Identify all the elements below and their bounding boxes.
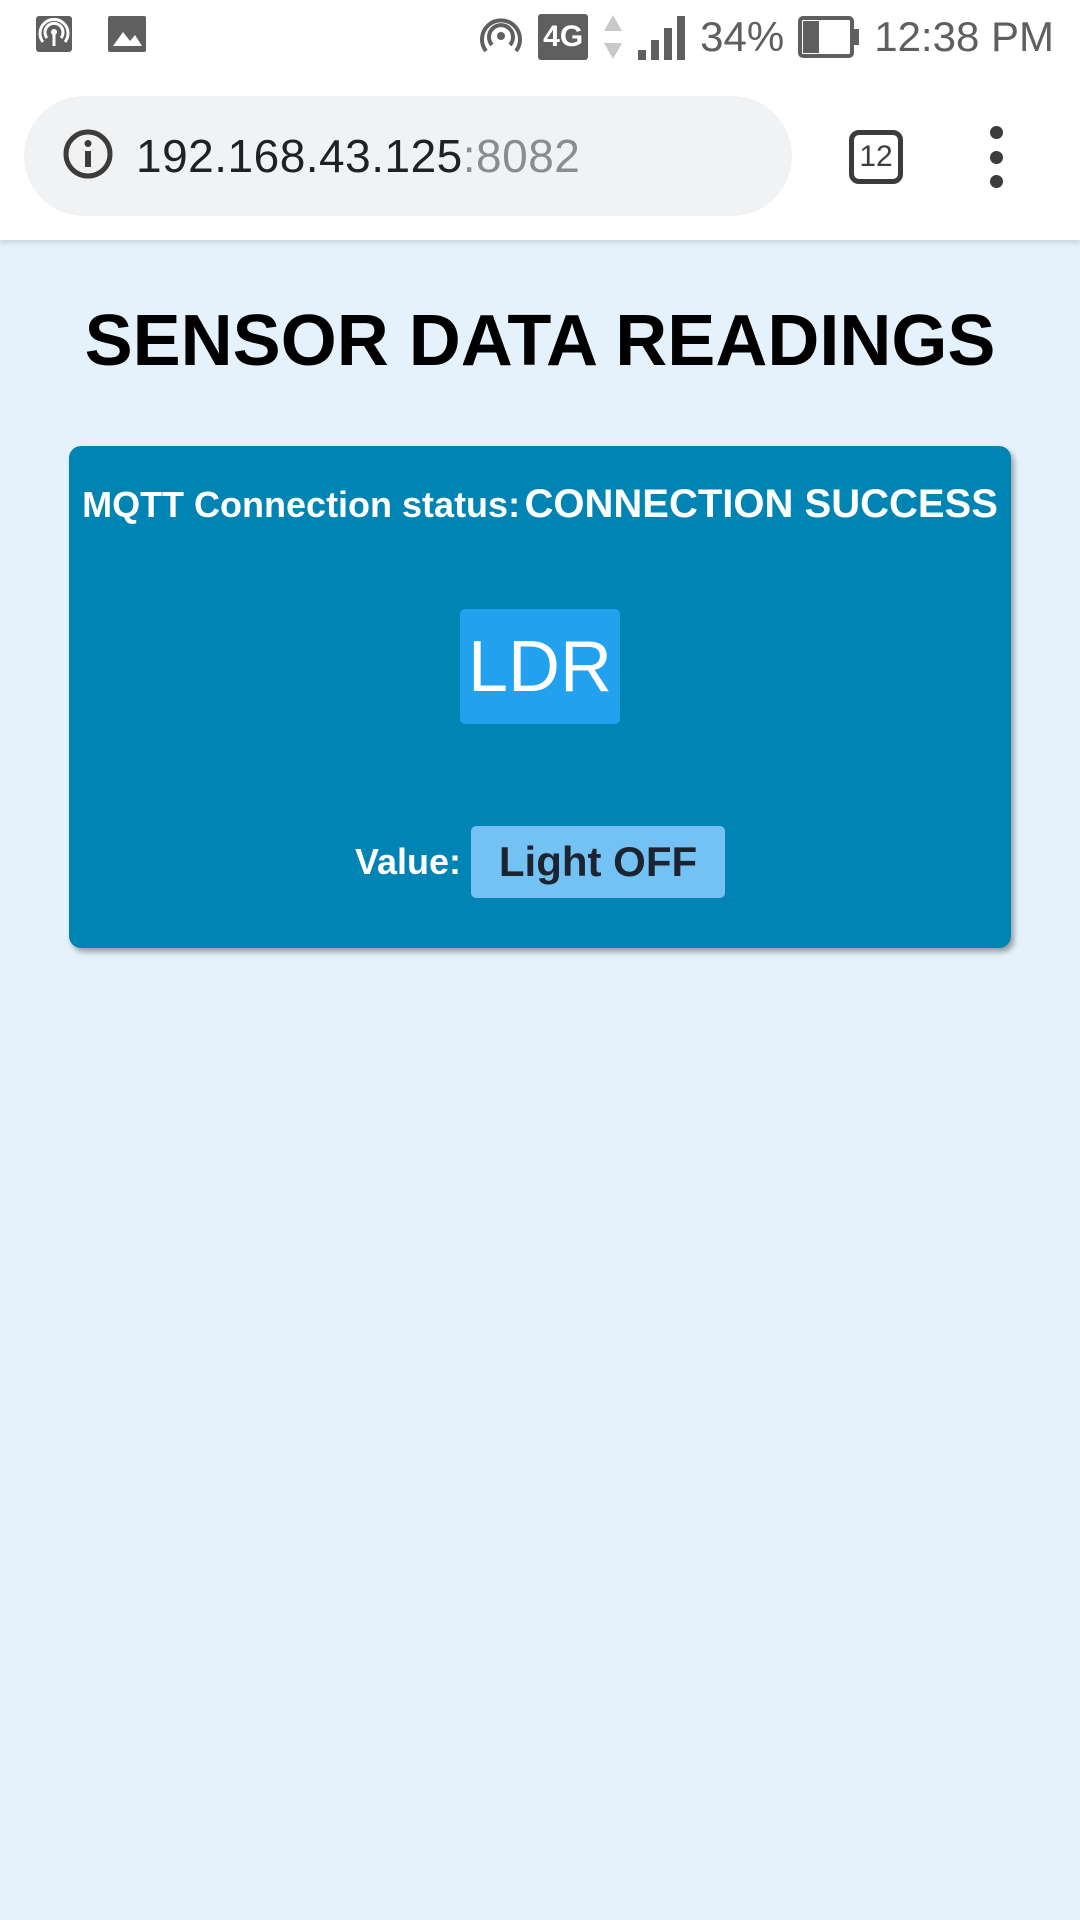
sensor-name: LDR [467,626,613,707]
page-title: SENSOR DATA READINGS [84,301,996,381]
mqtt-status-value: CONNECTION SUCCESS [524,482,998,526]
network-type-badge: 4G [538,14,589,60]
url-text[interactable]: 192.168.43.125:8082 [136,129,580,183]
data-activity-icon [602,13,624,61]
menu-dot [989,126,1003,139]
clock: 12:38 PM [874,13,1054,60]
sensor-value-label: Value: [354,841,462,882]
status-bar-system: 4G 34% 12:38 PM [478,0,1054,74]
status-bar-notifications [36,16,146,52]
url-port: :8082 [462,130,581,182]
address-bar[interactable]: 192.168.43.125:8082 [24,96,792,216]
browser-toolbar: 192.168.43.125:8082 12 [0,74,1080,240]
url-host: 192.168.43.125 [136,130,463,182]
image-icon [108,16,146,52]
sensor-value-box: Light OFF [471,826,726,898]
sensor-name-box: LDR [460,609,620,724]
battery-percent: 34% [700,13,785,60]
sensor-card: MQTT Connection status: CONNECTION SUCCE… [69,446,1011,948]
battery-icon [798,16,860,58]
hotspot-notification-icon [36,16,72,52]
menu-dot [989,150,1003,164]
tab-count: 12 [859,140,893,173]
overflow-menu-button[interactable] [976,126,1016,188]
sensor-value: Light OFF [498,838,698,885]
signal-strength-icon [638,14,686,60]
status-bar: 4G 34% 12:38 PM [0,0,1080,74]
menu-dot [989,175,1003,188]
mqtt-status-label: MQTT Connection status: [82,484,521,525]
info-icon[interactable] [62,128,114,185]
sensor-value-row: Value: Light OFF [69,826,1011,898]
mqtt-status: MQTT Connection status: CONNECTION SUCCE… [69,482,1011,527]
tab-switcher-button[interactable]: 12 [849,130,903,184]
hotspot-icon [478,14,524,60]
